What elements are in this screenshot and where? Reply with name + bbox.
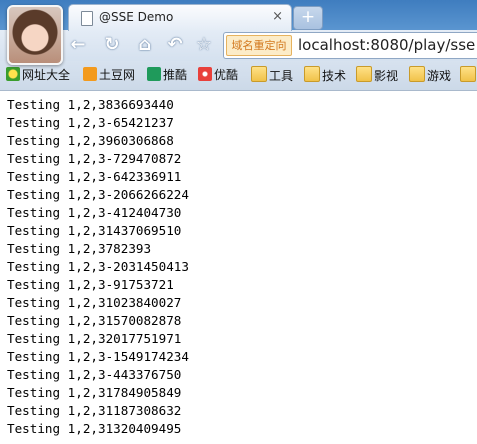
star-icon[interactable]: ☆ (193, 34, 215, 56)
event-line: Testing 1,2,3960306868 (7, 133, 174, 148)
bookmark-folder-tools[interactable]: 工具 (251, 66, 293, 84)
bookmark-tudou[interactable]: 土豆网 (83, 66, 135, 84)
bookmark-label: 游戏 (427, 69, 452, 83)
bookmarks-bar (0, 61, 477, 91)
bookmark-label: 优酷 (214, 68, 239, 82)
redirect-badge[interactable]: 域名重定向 (226, 35, 292, 56)
address-bar[interactable]: 域名重定向 localhost:8080/play/sse (223, 32, 477, 59)
tab-title: @SSE Demo (99, 10, 174, 24)
bookmark-youku[interactable]: 优酷 (198, 66, 238, 84)
page-content: Testing 1,2,3836693440 Testing 1,2,3-654… (7, 96, 189, 438)
event-line: Testing 1,2,31023840027 (7, 295, 182, 310)
event-line: Testing 1,2,3-729470872 (7, 151, 182, 166)
event-line: Testing 1,2,3-2066266224 (7, 187, 189, 202)
user-avatar[interactable] (7, 5, 63, 65)
bookmark-folder-tech[interactable]: 技术 (304, 66, 346, 84)
event-line: Testing 1,2,31320409495 (7, 421, 182, 436)
event-line: Testing 1,2,3836693440 (7, 97, 174, 112)
event-line: Testing 1,2,31187308632 (7, 403, 182, 418)
event-line: Testing 1,2,32017751971 (7, 331, 182, 346)
bookmark-tuicool[interactable]: 推酷 (147, 66, 187, 84)
tuicool-icon (147, 67, 161, 81)
undo-icon[interactable]: ↶ (164, 34, 186, 56)
event-line: Testing 1,2,3-91753721 (7, 277, 174, 292)
document-icon (81, 11, 93, 26)
bookmark-label: 影视 (374, 69, 399, 83)
bookmark-folder-video[interactable]: 影视 (356, 66, 398, 84)
folder-icon (409, 66, 425, 82)
tab-sse-demo[interactable]: @SSE Demo × (68, 4, 292, 31)
url-text[interactable]: localhost:8080/play/sse (298, 36, 475, 54)
event-line: Testing 1,2,31570082878 (7, 313, 182, 328)
close-icon[interactable]: × (272, 9, 283, 24)
tudou-icon (83, 67, 97, 81)
bookmark-folder-more[interactable] (460, 66, 477, 84)
bookmark-label: 工具 (269, 69, 294, 83)
event-line: Testing 1,2,3-412404730 (7, 205, 182, 220)
hao123-icon (6, 67, 20, 81)
event-line: Testing 1,2,3-443376750 (7, 367, 182, 382)
youku-icon (198, 67, 212, 81)
bookmark-label: 推酷 (163, 68, 188, 82)
folder-icon (356, 66, 372, 82)
folder-icon (460, 66, 476, 82)
event-line: Testing 1,2,3-65421237 (7, 115, 174, 130)
bookmark-hao123[interactable]: 网址大全 (6, 66, 70, 84)
bookmark-folder-games[interactable]: 游戏 (409, 66, 451, 84)
event-line: Testing 1,2,3-642336911 (7, 169, 182, 184)
bookmark-label: 土豆网 (99, 68, 136, 82)
reload-icon[interactable]: ↻ (101, 34, 123, 56)
folder-icon (304, 66, 320, 82)
event-line: Testing 1,2,31437069510 (7, 223, 182, 238)
back-icon[interactable]: ← (67, 34, 89, 56)
bookmark-label: 技术 (322, 69, 347, 83)
home-icon[interactable]: ⌂ (134, 34, 156, 56)
browser-chrome: @SSE Demo × + ← ↻ ⌂ ↶ ☆ 域名重定向 localhost:… (0, 0, 477, 91)
new-tab-button[interactable]: + (293, 6, 323, 30)
event-line: Testing 1,2,3782393 (7, 241, 152, 256)
bookmark-label: 网址大全 (22, 68, 71, 82)
folder-icon (251, 66, 267, 82)
event-line: Testing 1,2,3-1549174234 (7, 349, 189, 364)
event-line: Testing 1,2,3-2031450413 (7, 259, 189, 274)
event-line: Testing 1,2,31784905849 (7, 385, 182, 400)
